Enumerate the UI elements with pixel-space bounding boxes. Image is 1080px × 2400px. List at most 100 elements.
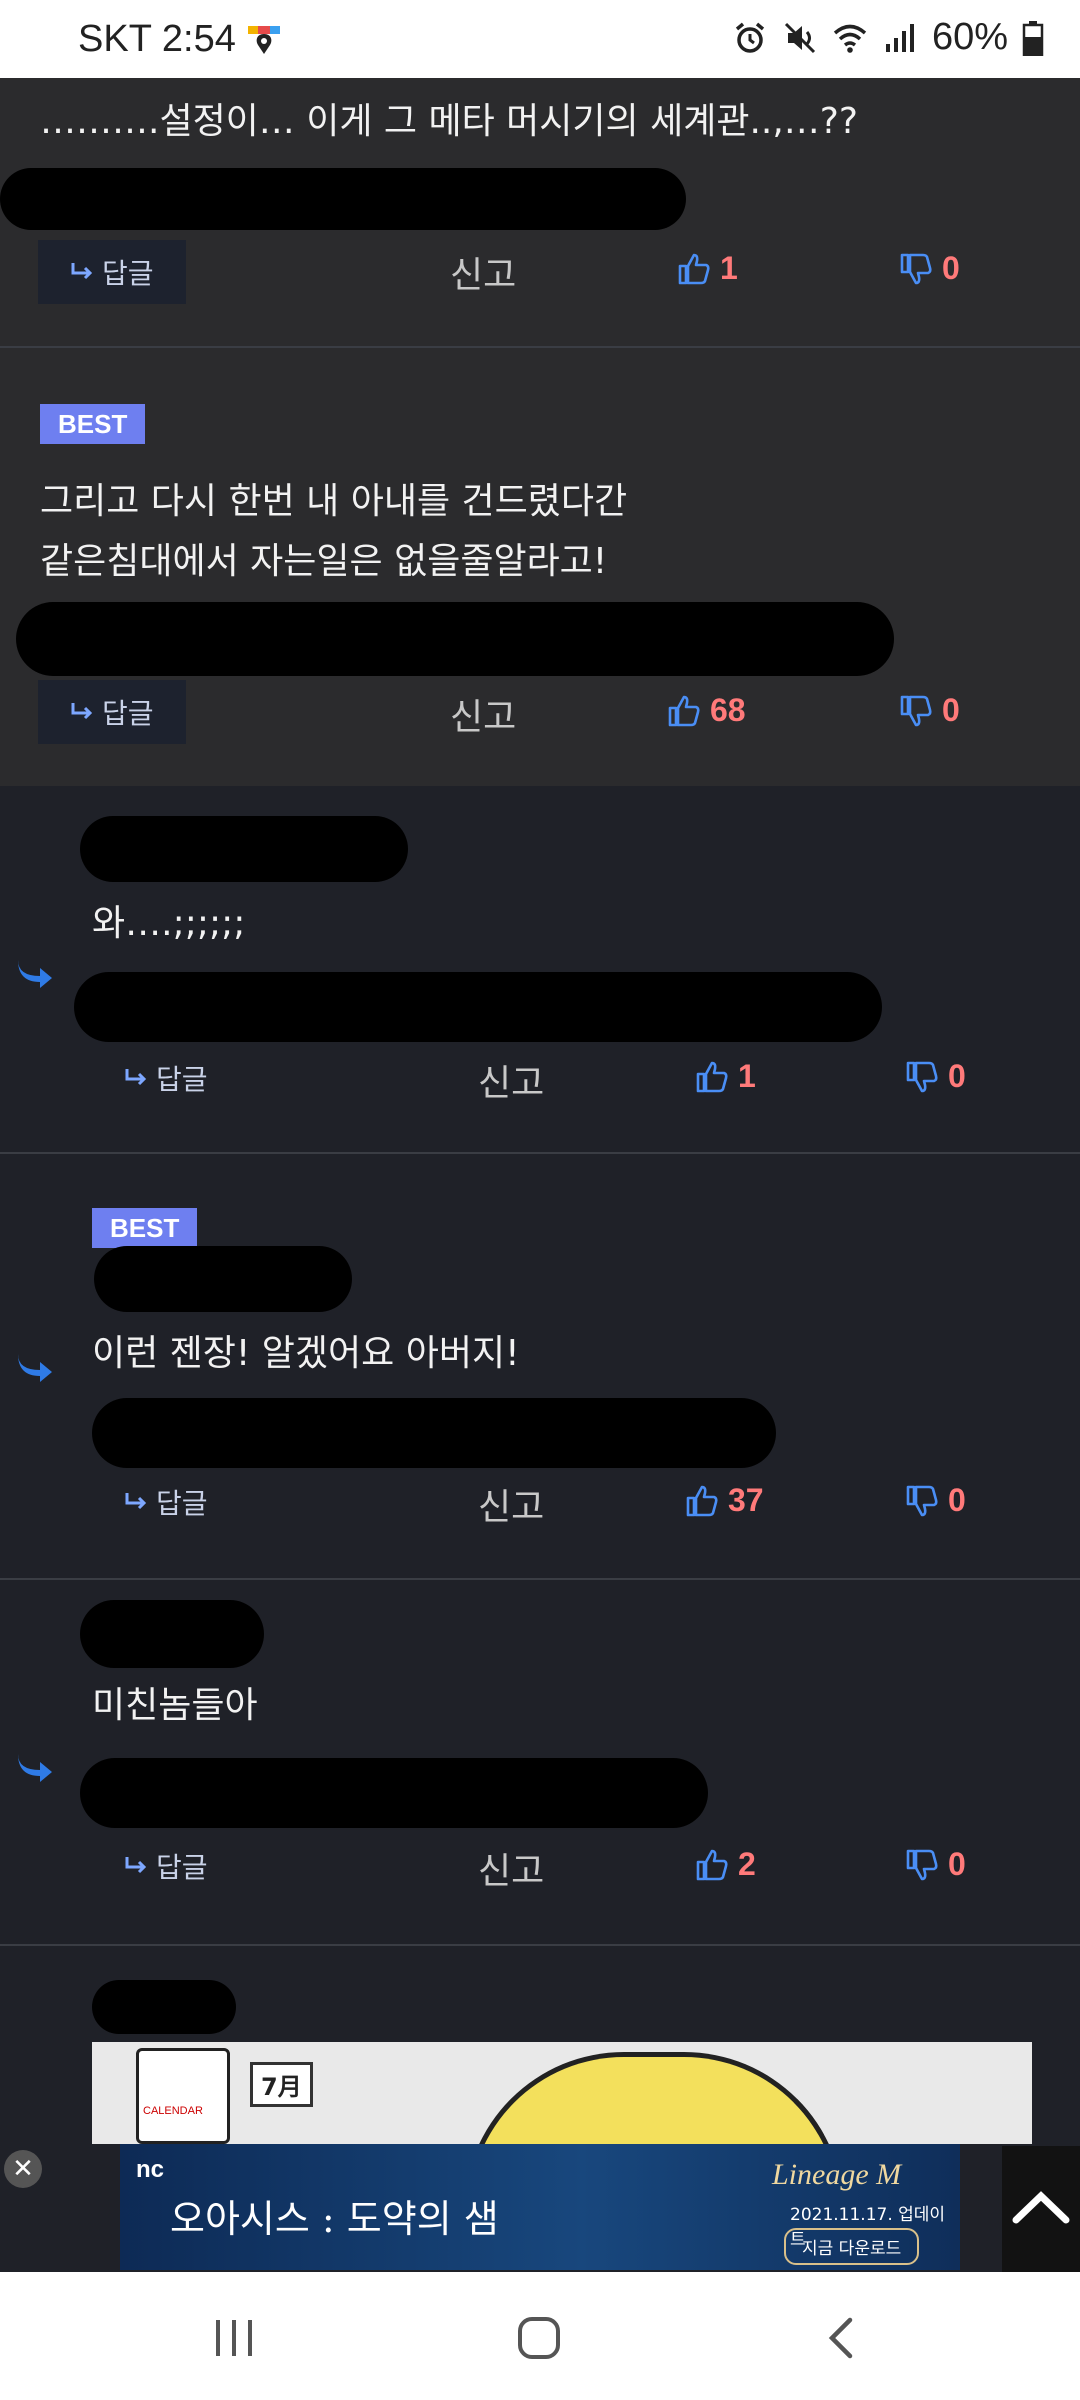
like-count: 1 <box>720 250 738 286</box>
reply-button[interactable]: 답글 <box>92 1470 240 1534</box>
comment-text: 와….;;;;;; <box>92 903 246 944</box>
dislike-count: 0 <box>948 1846 966 1882</box>
reply-indicator-icon <box>18 960 52 988</box>
reply-indicator-icon <box>18 1754 52 1782</box>
time-label: 2:54 <box>161 18 236 60</box>
reply-arrow-icon <box>125 1493 147 1510</box>
dislike-count: 0 <box>942 692 960 728</box>
like-count: 1 <box>738 1058 756 1094</box>
mute-icon <box>784 22 815 53</box>
reply-label: 답글 <box>156 1063 208 1096</box>
redacted-author <box>80 816 408 882</box>
reply-label: 답글 <box>156 1487 208 1520</box>
battery-percent: 60% <box>931 16 1008 58</box>
like-button[interactable]: 37 <box>684 1482 764 1519</box>
reply-arrow-icon <box>71 703 93 720</box>
status-right: 60% <box>732 16 1044 59</box>
comment-text: 그리고 다시 한번 내 아내를 건드렸다간 같은침대에서 자는일은 없을줄알라고… <box>40 481 628 582</box>
ad-game-logo: Lineage M <box>772 2158 902 2191</box>
reply-comment-item: BEST 이런 젠장! 알겠어요 아버지! 답글 신고 37 0 <box>0 1154 1080 1578</box>
like-button[interactable]: 2 <box>694 1846 756 1883</box>
ad-cta-button[interactable]: 지금 다운로드 <box>784 2228 920 2265</box>
reply-button[interactable]: 답글 <box>92 1046 240 1110</box>
reply-button[interactable]: 답글 <box>38 240 186 304</box>
scroll-top-button[interactable] <box>1002 2146 1080 2272</box>
redacted-author <box>0 168 686 230</box>
alarm-icon <box>735 22 765 53</box>
chevron-up-icon <box>1012 2191 1070 2224</box>
reply-arrow-icon <box>125 1069 147 1086</box>
like-count: 37 <box>728 1482 764 1518</box>
thumbs-down-icon <box>906 1061 938 1092</box>
ad-title: 오아시스 : 도약의 샘 <box>170 2197 499 2241</box>
report-button[interactable]: 신고 <box>478 1054 544 1106</box>
report-button[interactable]: 신고 <box>478 1478 544 1530</box>
carrier-label: SKT <box>78 18 152 60</box>
location-app-icon <box>247 25 280 54</box>
back-icon[interactable] <box>818 2316 868 2360</box>
home-icon[interactable] <box>514 2316 564 2360</box>
character-illustration <box>464 2052 844 2144</box>
redacted-author <box>16 602 894 676</box>
thumbs-down-icon <box>906 1849 938 1880</box>
thumbs-down-icon <box>906 1485 938 1516</box>
reply-label: 답글 <box>102 257 154 290</box>
dislike-count: 0 <box>948 1058 966 1094</box>
dislike-button[interactable]: 0 <box>904 1058 966 1095</box>
ad-banner[interactable]: nc 오아시스 : 도약의 샘 Lineage M 2021.11.17. 업데… <box>120 2144 960 2270</box>
report-button[interactable]: 신고 <box>450 246 516 298</box>
comment-item: ……….설정이… 이게 그 메타 머시기의 세계관..,…?? 답글 신고 1 … <box>0 78 1080 346</box>
comment-image[interactable]: CALENDAR 7月 <box>92 2042 1032 2144</box>
comment-text: ……….설정이… 이게 그 메타 머시기의 세계관..,…?? <box>40 101 859 142</box>
redacted-info <box>80 1758 708 1828</box>
signal-icon <box>885 23 914 52</box>
reply-comment-item: 와….;;;;;; 답글 신고 1 0 <box>0 786 1080 1152</box>
reply-arrow-icon <box>125 1857 147 1874</box>
comment-item: BEST 그리고 다시 한번 내 아내를 건드렸다간 같은침대에서 자는일은 없… <box>0 348 1080 786</box>
reply-button[interactable]: 답글 <box>92 1834 240 1898</box>
redacted-info <box>92 1398 776 1468</box>
thumbs-up-icon <box>686 1485 718 1516</box>
reply-comment-item: 미친놈들아 답글 신고 2 0 <box>0 1580 1080 1944</box>
dislike-button[interactable]: 0 <box>898 250 960 287</box>
navigation-bar <box>0 2272 1080 2400</box>
thumbs-up-icon <box>668 695 700 726</box>
month-label: 7月 <box>250 2062 313 2107</box>
status-bar: SKT 2:54 60% <box>0 0 1080 78</box>
calendar-label: CALENDAR <box>143 2105 203 2117</box>
close-ad-icon[interactable]: ✕ <box>4 2150 42 2188</box>
reply-indicator-icon <box>18 1354 52 1382</box>
redacted-author <box>92 1980 236 2034</box>
like-count: 68 <box>710 692 746 728</box>
battery-icon <box>1022 20 1044 56</box>
reply-button[interactable]: 답글 <box>38 680 186 744</box>
dislike-button[interactable]: 0 <box>904 1846 966 1883</box>
ad-brand: nc <box>136 2156 165 2183</box>
calendar-illustration: CALENDAR <box>136 2048 230 2144</box>
dislike-button[interactable]: 0 <box>904 1482 966 1519</box>
reply-label: 답글 <box>102 697 154 730</box>
redacted-author <box>80 1600 264 1668</box>
like-button[interactable]: 1 <box>676 250 738 287</box>
status-left: SKT 2:54 <box>78 18 282 61</box>
divider <box>0 1944 1080 1946</box>
dislike-button[interactable]: 0 <box>898 692 960 729</box>
wifi-icon <box>833 24 867 53</box>
like-button[interactable]: 68 <box>666 692 746 729</box>
reply-label: 답글 <box>156 1851 208 1884</box>
thumbs-up-icon <box>696 1849 728 1880</box>
best-badge: BEST <box>40 404 146 444</box>
dislike-count: 0 <box>948 1482 966 1518</box>
reply-arrow-icon <box>71 263 93 280</box>
redacted-info <box>74 972 882 1042</box>
thumbs-down-icon <box>900 253 932 284</box>
redacted-author <box>94 1246 352 1312</box>
report-button[interactable]: 신고 <box>450 688 516 740</box>
recent-apps-icon[interactable] <box>210 2316 260 2360</box>
comment-text: 이런 젠장! 알겠어요 아버지! <box>92 1333 520 1374</box>
report-button[interactable]: 신고 <box>478 1842 544 1894</box>
comment-text: 미친놈들아 <box>92 1685 258 1726</box>
like-count: 2 <box>738 1846 756 1882</box>
dislike-count: 0 <box>942 250 960 286</box>
like-button[interactable]: 1 <box>694 1058 756 1095</box>
